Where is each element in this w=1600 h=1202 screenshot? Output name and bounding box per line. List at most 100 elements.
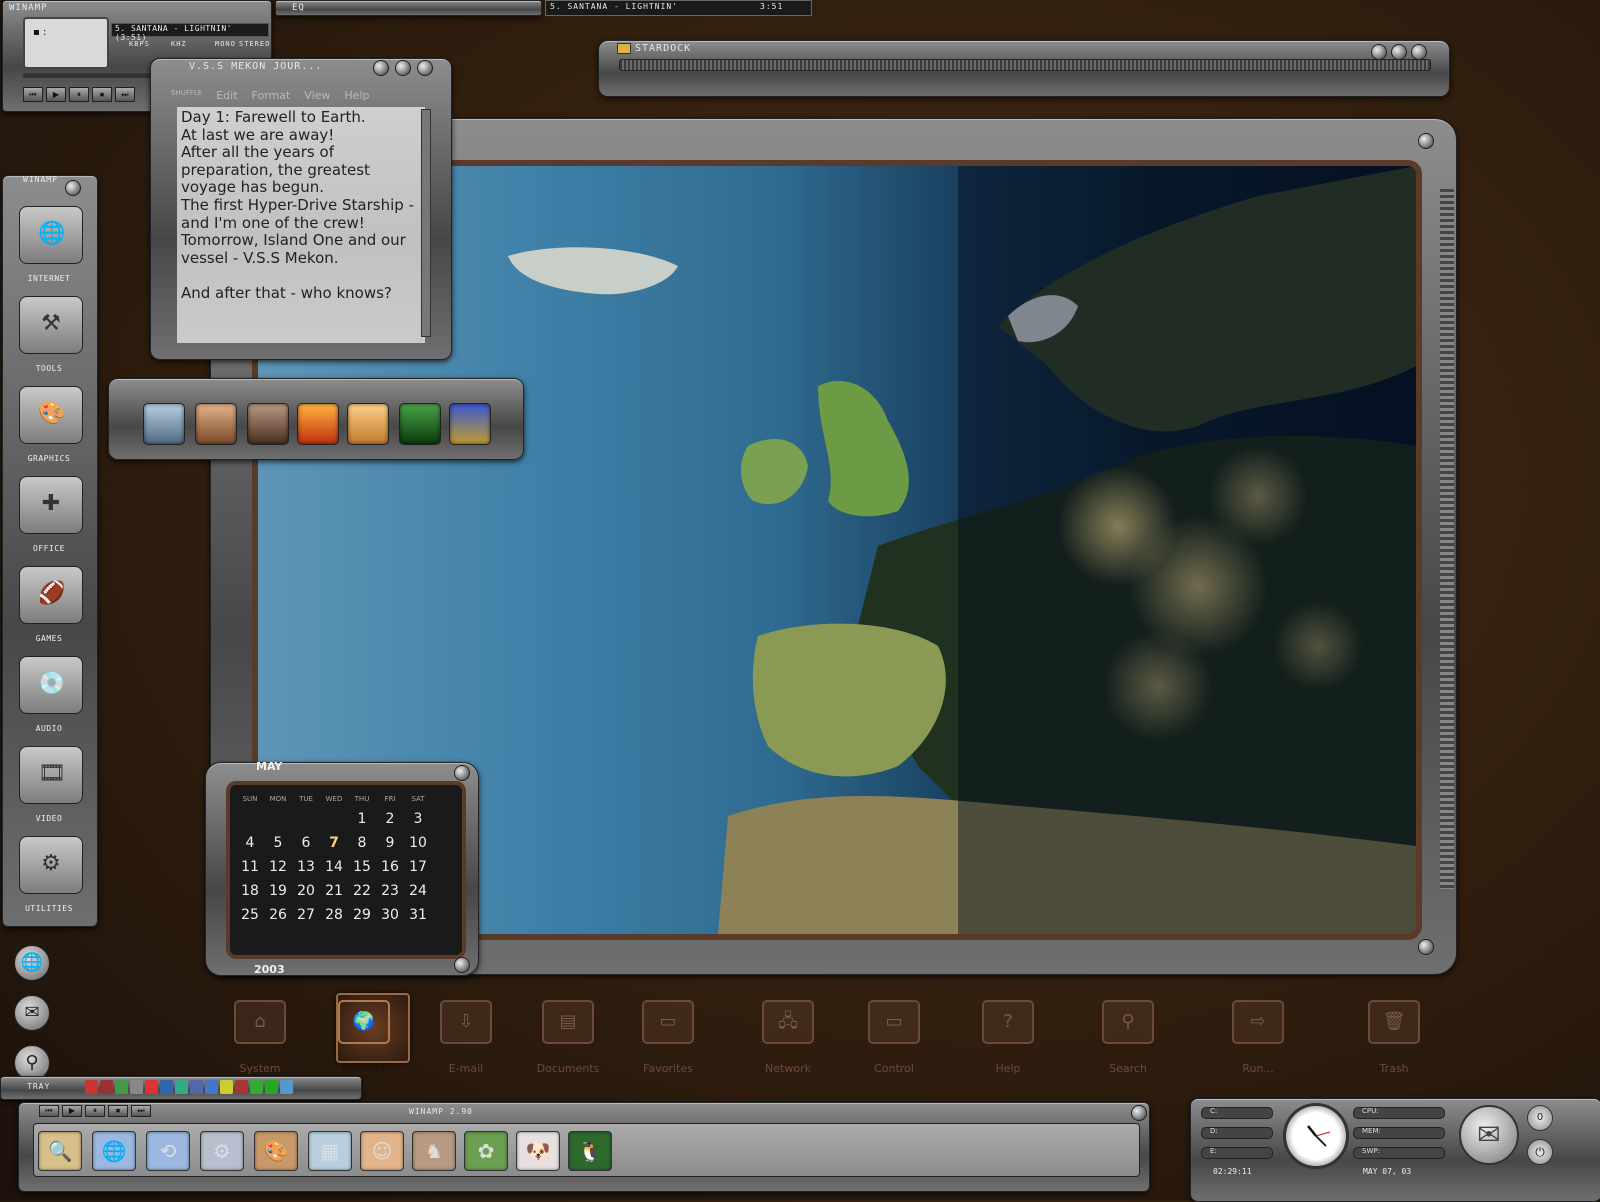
tray-icon-12[interactable] xyxy=(250,1080,263,1094)
dog-icon[interactable]: 🐶 xyxy=(516,1131,560,1171)
calendar-day[interactable]: 27 xyxy=(292,905,320,925)
stardock-close-button[interactable] xyxy=(1411,44,1427,60)
calendar-day[interactable]: 26 xyxy=(264,905,292,925)
calendar-day[interactable]: 8 xyxy=(348,833,376,853)
mail-icon[interactable]: ✉ xyxy=(14,995,50,1031)
calendar-day[interactable]: 28 xyxy=(320,905,348,925)
calendar-day[interactable]: 25 xyxy=(236,905,264,925)
dock-item-network[interactable]: 🖧 Network xyxy=(750,1000,826,1076)
calendar-day[interactable]: 15 xyxy=(348,857,376,877)
calendar-day[interactable]: 16 xyxy=(376,857,404,877)
venus-portrait-icon[interactable] xyxy=(195,403,237,445)
dock-item-favorites[interactable]: ▭ Favorites xyxy=(630,1000,706,1076)
cow-icon[interactable]: ♞ xyxy=(412,1131,456,1171)
stardock-minimize-button[interactable] xyxy=(1371,44,1387,60)
winamp-prev-button[interactable]: ⏮ xyxy=(23,87,43,102)
globe-icon[interactable]: 🌐 xyxy=(14,945,50,981)
winamp-next-button[interactable]: ⏭ xyxy=(115,87,135,102)
browser-icon[interactable]: 🌐 xyxy=(92,1131,136,1171)
tray-icon-2[interactable] xyxy=(100,1080,113,1094)
search-icon[interactable]: 🔍 xyxy=(38,1131,82,1171)
portrait-icon[interactable]: ☺ xyxy=(360,1131,404,1171)
sidebar-item-graphics[interactable]: 🎨 GRAPHICS xyxy=(15,386,85,463)
menu-format[interactable]: Format xyxy=(252,89,291,102)
winamp-equalizer-bar[interactable]: EQ xyxy=(275,0,542,16)
calendar-day[interactable]: 30 xyxy=(376,905,404,925)
taskbar-play-button[interactable]: ▶ xyxy=(62,1105,82,1117)
calendar-day[interactable]: 23 xyxy=(376,881,404,901)
dock-item-trash[interactable]: 🗑 Trash xyxy=(1356,1000,1432,1076)
dock-item-control[interactable]: ▭ Control xyxy=(856,1000,932,1076)
journal-text-area[interactable]: Day 1: Farewell to Earth. At last we are… xyxy=(177,107,425,343)
power-icon[interactable]: ⏻ xyxy=(1527,1139,1553,1165)
tray-icon-7[interactable] xyxy=(175,1080,188,1094)
calendar-day[interactable]: 3 xyxy=(404,809,432,829)
calendar-day[interactable]: 6 xyxy=(292,833,320,853)
calendar-day[interactable]: 19 xyxy=(264,881,292,901)
menu-help[interactable]: Help xyxy=(344,89,369,102)
winamp-play-button[interactable]: ▶ xyxy=(46,87,66,102)
tray-icon-5[interactable] xyxy=(145,1080,158,1094)
calendar-day[interactable]: 31 xyxy=(404,905,432,925)
menu-view[interactable]: View xyxy=(304,89,330,102)
settings-icon[interactable]: ⚙ xyxy=(200,1131,244,1171)
tray-icon-4[interactable] xyxy=(130,1080,143,1094)
calendar-day[interactable]: 17 xyxy=(404,857,432,877)
calendar-day[interactable]: 11 xyxy=(236,857,264,877)
dock-item-email[interactable]: ⇩ E-mail xyxy=(428,1000,504,1076)
tray-icon-14[interactable] xyxy=(280,1080,293,1094)
taskbar-prev-button[interactable]: ⏮ xyxy=(39,1105,59,1117)
calendar-day[interactable]: 14 xyxy=(320,857,348,877)
winamp-windowshade-bar[interactable]: 5. SANTANA - LIGHTNIN' 3:51 xyxy=(545,0,812,16)
menu-shuffle[interactable]: SHUFFLE xyxy=(171,89,202,102)
sidebar-item-audio[interactable]: 💿 AUDIO xyxy=(15,656,85,733)
calendar-day[interactable]: 1 xyxy=(348,809,376,829)
dock-item-run[interactable]: ⇨ Run... xyxy=(1220,1000,1296,1076)
tray-icon-11[interactable] xyxy=(235,1080,248,1094)
palette-icon[interactable]: 🎨 xyxy=(254,1131,298,1171)
sync-icon[interactable]: ⟲ xyxy=(146,1131,190,1171)
calendar-day[interactable]: 29 xyxy=(348,905,376,925)
sidebar-item-games[interactable]: 🏈 GAMES xyxy=(15,566,85,643)
taskbar-next-button[interactable]: ⏭ xyxy=(131,1105,151,1117)
calendar-day[interactable]: 20 xyxy=(292,881,320,901)
sidebar-item-utilities[interactable]: ⚙ UTILITIES xyxy=(15,836,85,913)
mail-icon[interactable]: ✉ xyxy=(1459,1105,1519,1165)
taskbar-pause-button[interactable]: ⏸ xyxy=(85,1105,105,1117)
tray-icon-8[interactable] xyxy=(190,1080,203,1094)
eye-icon[interactable] xyxy=(399,403,441,445)
cow-icon[interactable] xyxy=(247,403,289,445)
tray-icon-3[interactable] xyxy=(115,1080,128,1094)
filmstrip-icon[interactable]: ▦ xyxy=(308,1131,352,1171)
journal-maximize-button[interactable] xyxy=(395,60,411,76)
tray-icon-13[interactable] xyxy=(265,1080,278,1094)
dock-item-help[interactable]: ? Help xyxy=(970,1000,1046,1076)
calendar-day[interactable]: 12 xyxy=(264,857,292,877)
penguin-icon[interactable]: 🐧 xyxy=(568,1131,612,1171)
dock-item-documents[interactable]: ▤ Documents xyxy=(530,1000,606,1076)
filmstrip-icon[interactable] xyxy=(143,403,185,445)
sidebar-item-internet[interactable]: 🌐 INTERNET xyxy=(15,206,85,283)
dock-item-search[interactable]: ⚲ Search xyxy=(1090,1000,1166,1076)
calendar-day-today[interactable]: 7 xyxy=(320,833,348,853)
calendar-day[interactable]: 18 xyxy=(236,881,264,901)
taskbar-stop-button[interactable]: ⏹ xyxy=(108,1105,128,1117)
menu-edit[interactable]: Edit xyxy=(216,89,237,102)
tray-icon-6[interactable] xyxy=(160,1080,173,1094)
dock-item-system[interactable]: ⌂ System xyxy=(222,1000,298,1076)
figure-icon[interactable] xyxy=(347,403,389,445)
stardock-track[interactable] xyxy=(619,59,1431,71)
sidebar-item-video[interactable]: 🎞 VIDEO xyxy=(15,746,85,823)
tray-icon-10[interactable] xyxy=(220,1080,233,1094)
journal-minimize-button[interactable] xyxy=(373,60,389,76)
dock-item-internet[interactable]: 🌍 Internet xyxy=(326,1000,402,1076)
calendar-day[interactable]: 10 xyxy=(404,833,432,853)
calendar-day[interactable]: 5 xyxy=(264,833,292,853)
journal-close-button[interactable] xyxy=(417,60,433,76)
tray-icon-9[interactable] xyxy=(205,1080,218,1094)
winamp-pause-button[interactable]: ⏸ xyxy=(69,87,89,102)
calendar-day[interactable]: 9 xyxy=(376,833,404,853)
journal-scrollbar[interactable] xyxy=(421,109,431,337)
calendar-day[interactable]: 22 xyxy=(348,881,376,901)
calendar-day[interactable]: 13 xyxy=(292,857,320,877)
